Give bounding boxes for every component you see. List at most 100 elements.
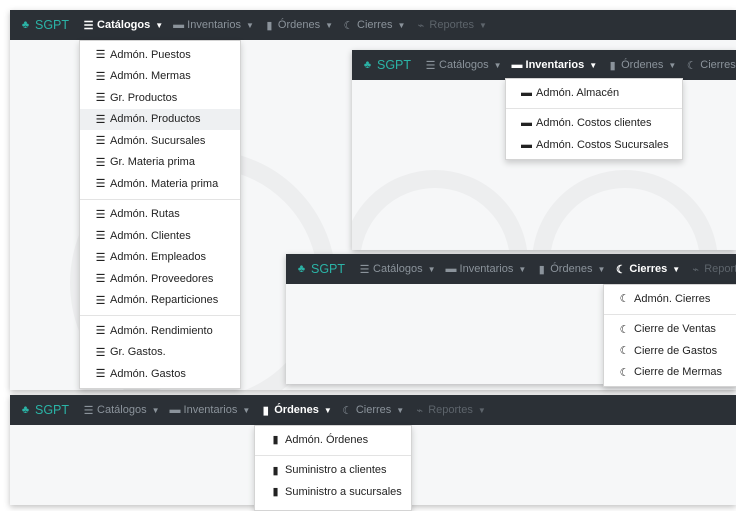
menu-item[interactable]: ☾ Cierre de Mermas: [604, 362, 736, 384]
caret-down-icon: ▼: [477, 405, 486, 415]
sitemap-icon: ♣: [21, 404, 30, 416]
navbar: ♣ SGPT ☰ Catálogos ▼ ▬ Inventarios ▼ ▮ Órdenes…: [352, 50, 736, 80]
list-icon: ☰: [95, 92, 106, 105]
chart-icon: ⌁: [416, 404, 423, 417]
menu-item[interactable]: ☰ Gr. Gastos.: [80, 342, 240, 364]
menu-divider: [604, 313, 736, 315]
nav-cierres[interactable]: ☾Cierres▼: [343, 19, 406, 32]
nav-ordenes[interactable]: ▮ Órdenes ▼: [260, 404, 332, 417]
list-icon: ☰: [95, 294, 106, 307]
nav-catalogos[interactable]: ☰ Catálogos ▼: [83, 404, 160, 417]
list-icon: ☰: [95, 178, 106, 191]
caret-down-icon: ▼: [479, 20, 487, 30]
list-icon: ☰: [95, 251, 106, 264]
menu-item[interactable]: ☰ Admón. Rutas: [80, 204, 240, 226]
caret-down-icon: ▼: [493, 60, 502, 70]
list-icon: ☰: [95, 208, 106, 221]
nav-inventarios[interactable]: ▬ Inventarios ▼: [446, 263, 527, 275]
navbar: ♣ SGPT ☰ Catálogos ▼ ▬ Inventarios ▼ ▮ Órdenes…: [10, 10, 736, 40]
nav-catalogos[interactable]: ☰ Catálogos ▼: [425, 59, 502, 72]
menu-item[interactable]: ☰ Admón. Gastos: [80, 363, 240, 385]
menu-item[interactable]: ▮ Suministro a clientes: [255, 460, 411, 482]
caret-down-icon: ▼: [597, 264, 606, 274]
clipboard-icon: ▮: [538, 263, 545, 276]
moon-icon: ☾: [619, 366, 630, 379]
caret-down-icon: ▼: [518, 264, 527, 274]
nav-inventarios[interactable]: ▬ Inventarios ▼: [173, 19, 254, 31]
brand[interactable]: ♣ SGPT: [362, 58, 411, 72]
caret-down-icon: ▼: [672, 264, 681, 274]
menu-item[interactable]: ☰ Admón. Puestos: [80, 44, 240, 66]
caret-down-icon: ▼: [668, 60, 677, 70]
nav-inventarios[interactable]: ▬ Inventarios ▼: [512, 59, 598, 71]
menu-item[interactable]: ▬ Admón. Costos clientes: [506, 113, 682, 135]
brand[interactable]: ♣ SGPT: [296, 262, 345, 276]
menu-item[interactable]: ☰ Gr. Productos: [80, 87, 240, 109]
list-icon: ☰: [95, 156, 106, 169]
archive-icon: ▬: [445, 263, 457, 275]
menu-divider: [80, 315, 240, 316]
nav-reportes[interactable]: ⌁Reportes: [690, 263, 736, 276]
nav-reportes[interactable]: ⌁ Reportes ▼: [415, 19, 487, 32]
moon-icon: ☾: [619, 345, 630, 358]
menu-item[interactable]: ☰ Admón. Rendimiento: [80, 320, 240, 342]
chart-icon: ⌁: [692, 263, 700, 276]
moon-icon: ☾: [686, 59, 697, 72]
caret-down-icon: ▼: [427, 264, 436, 274]
nav-cierres[interactable]: ☾Cierres▼: [686, 59, 736, 72]
nav-cierres[interactable]: ☾Cierres▼: [342, 404, 404, 417]
menu-item[interactable]: ☰ Admón. Reparticiones: [80, 290, 240, 312]
archive-icon: ▬: [521, 138, 532, 151]
menu-item[interactable]: ☾ Cierre de Gastos: [604, 340, 736, 362]
list-icon: ☰: [359, 263, 370, 276]
background-decoration: [532, 170, 718, 250]
archive-icon: ▬: [169, 404, 181, 416]
archive-icon: ▬: [521, 117, 532, 130]
caret-down-icon: ▼: [323, 405, 332, 415]
menu-item[interactable]: ▬ Admón. Almacén: [506, 82, 682, 104]
menu-item[interactable]: ☰ Admón. Empleados: [80, 247, 240, 269]
nav-catalogos[interactable]: ☰ Catálogos ▼: [83, 19, 164, 32]
brand[interactable]: ♣ SGPT: [20, 403, 69, 417]
list-icon: ☰: [95, 273, 106, 286]
caret-down-icon: ▼: [151, 405, 160, 415]
clipboard-icon: ▮: [262, 404, 269, 417]
sitemap-icon: ♣: [21, 19, 30, 31]
menu-item[interactable]: ☰ Admón. Productos: [80, 108, 240, 130]
caret-down-icon: ▼: [589, 60, 598, 70]
menu-item[interactable]: ▬ Admón. Costos Sucursales: [506, 134, 682, 156]
menu-item[interactable]: ☰ Admón. Clientes: [80, 225, 240, 247]
menu-item[interactable]: ▮ Suministro a sucursales: [255, 481, 411, 503]
list-icon: ☰: [95, 325, 106, 338]
caret-down-icon: ▼: [155, 20, 164, 30]
caret-down-icon: ▼: [242, 405, 251, 415]
nav-ordenes[interactable]: ▮ Órdenes ▼: [607, 59, 677, 72]
nav-ordenes[interactable]: ▮ Órdenes ▼: [264, 19, 333, 32]
nav-reportes[interactable]: ⌁ Reportes ▼: [414, 404, 486, 417]
menu-item[interactable]: ☰ Admón. Materia prima: [80, 173, 240, 195]
clipboard-icon: ▮: [266, 19, 273, 32]
background-decoration: [352, 170, 528, 250]
caret-down-icon: ▼: [245, 20, 254, 30]
menu-item[interactable]: ☾ Cierre de Ventas: [604, 319, 736, 341]
nav-ordenes[interactable]: ▮ Órdenes ▼: [536, 263, 606, 276]
inventarios-dropdown: ▬ Admón. Almacén ▬ Admón. Costos clientes …: [505, 78, 683, 160]
nav-inventarios[interactable]: ▬ Inventarios ▼: [170, 404, 251, 416]
menu-item[interactable]: ☰ Admón. Mermas: [80, 66, 240, 88]
menu-item[interactable]: ☰ Gr. Materia prima: [80, 152, 240, 174]
archive-icon: ▬: [521, 86, 532, 99]
menu-item[interactable]: ☰ Admón. Sucursales: [80, 130, 240, 152]
menu-item[interactable]: ☰ Admón. Proveedores: [80, 268, 240, 290]
nav-cierres[interactable]: ☾Cierres▼: [615, 263, 680, 276]
nav-catalogos[interactable]: ☰ Catálogos ▼: [359, 263, 436, 276]
menu-item[interactable]: ▮ Admón. Órdenes: [255, 429, 411, 451]
clipboard-icon: ▮: [272, 486, 279, 499]
list-icon: ☰: [425, 59, 436, 72]
menu-divider: [506, 107, 682, 109]
caret-down-icon: ▼: [397, 20, 406, 30]
menu-item[interactable]: ☾ Admón. Cierres: [604, 288, 736, 310]
menu-divider: [80, 198, 240, 200]
brand[interactable]: ♣ SGPT: [20, 18, 69, 32]
list-icon: ☰: [95, 368, 106, 381]
list-icon: ☰: [95, 135, 106, 148]
